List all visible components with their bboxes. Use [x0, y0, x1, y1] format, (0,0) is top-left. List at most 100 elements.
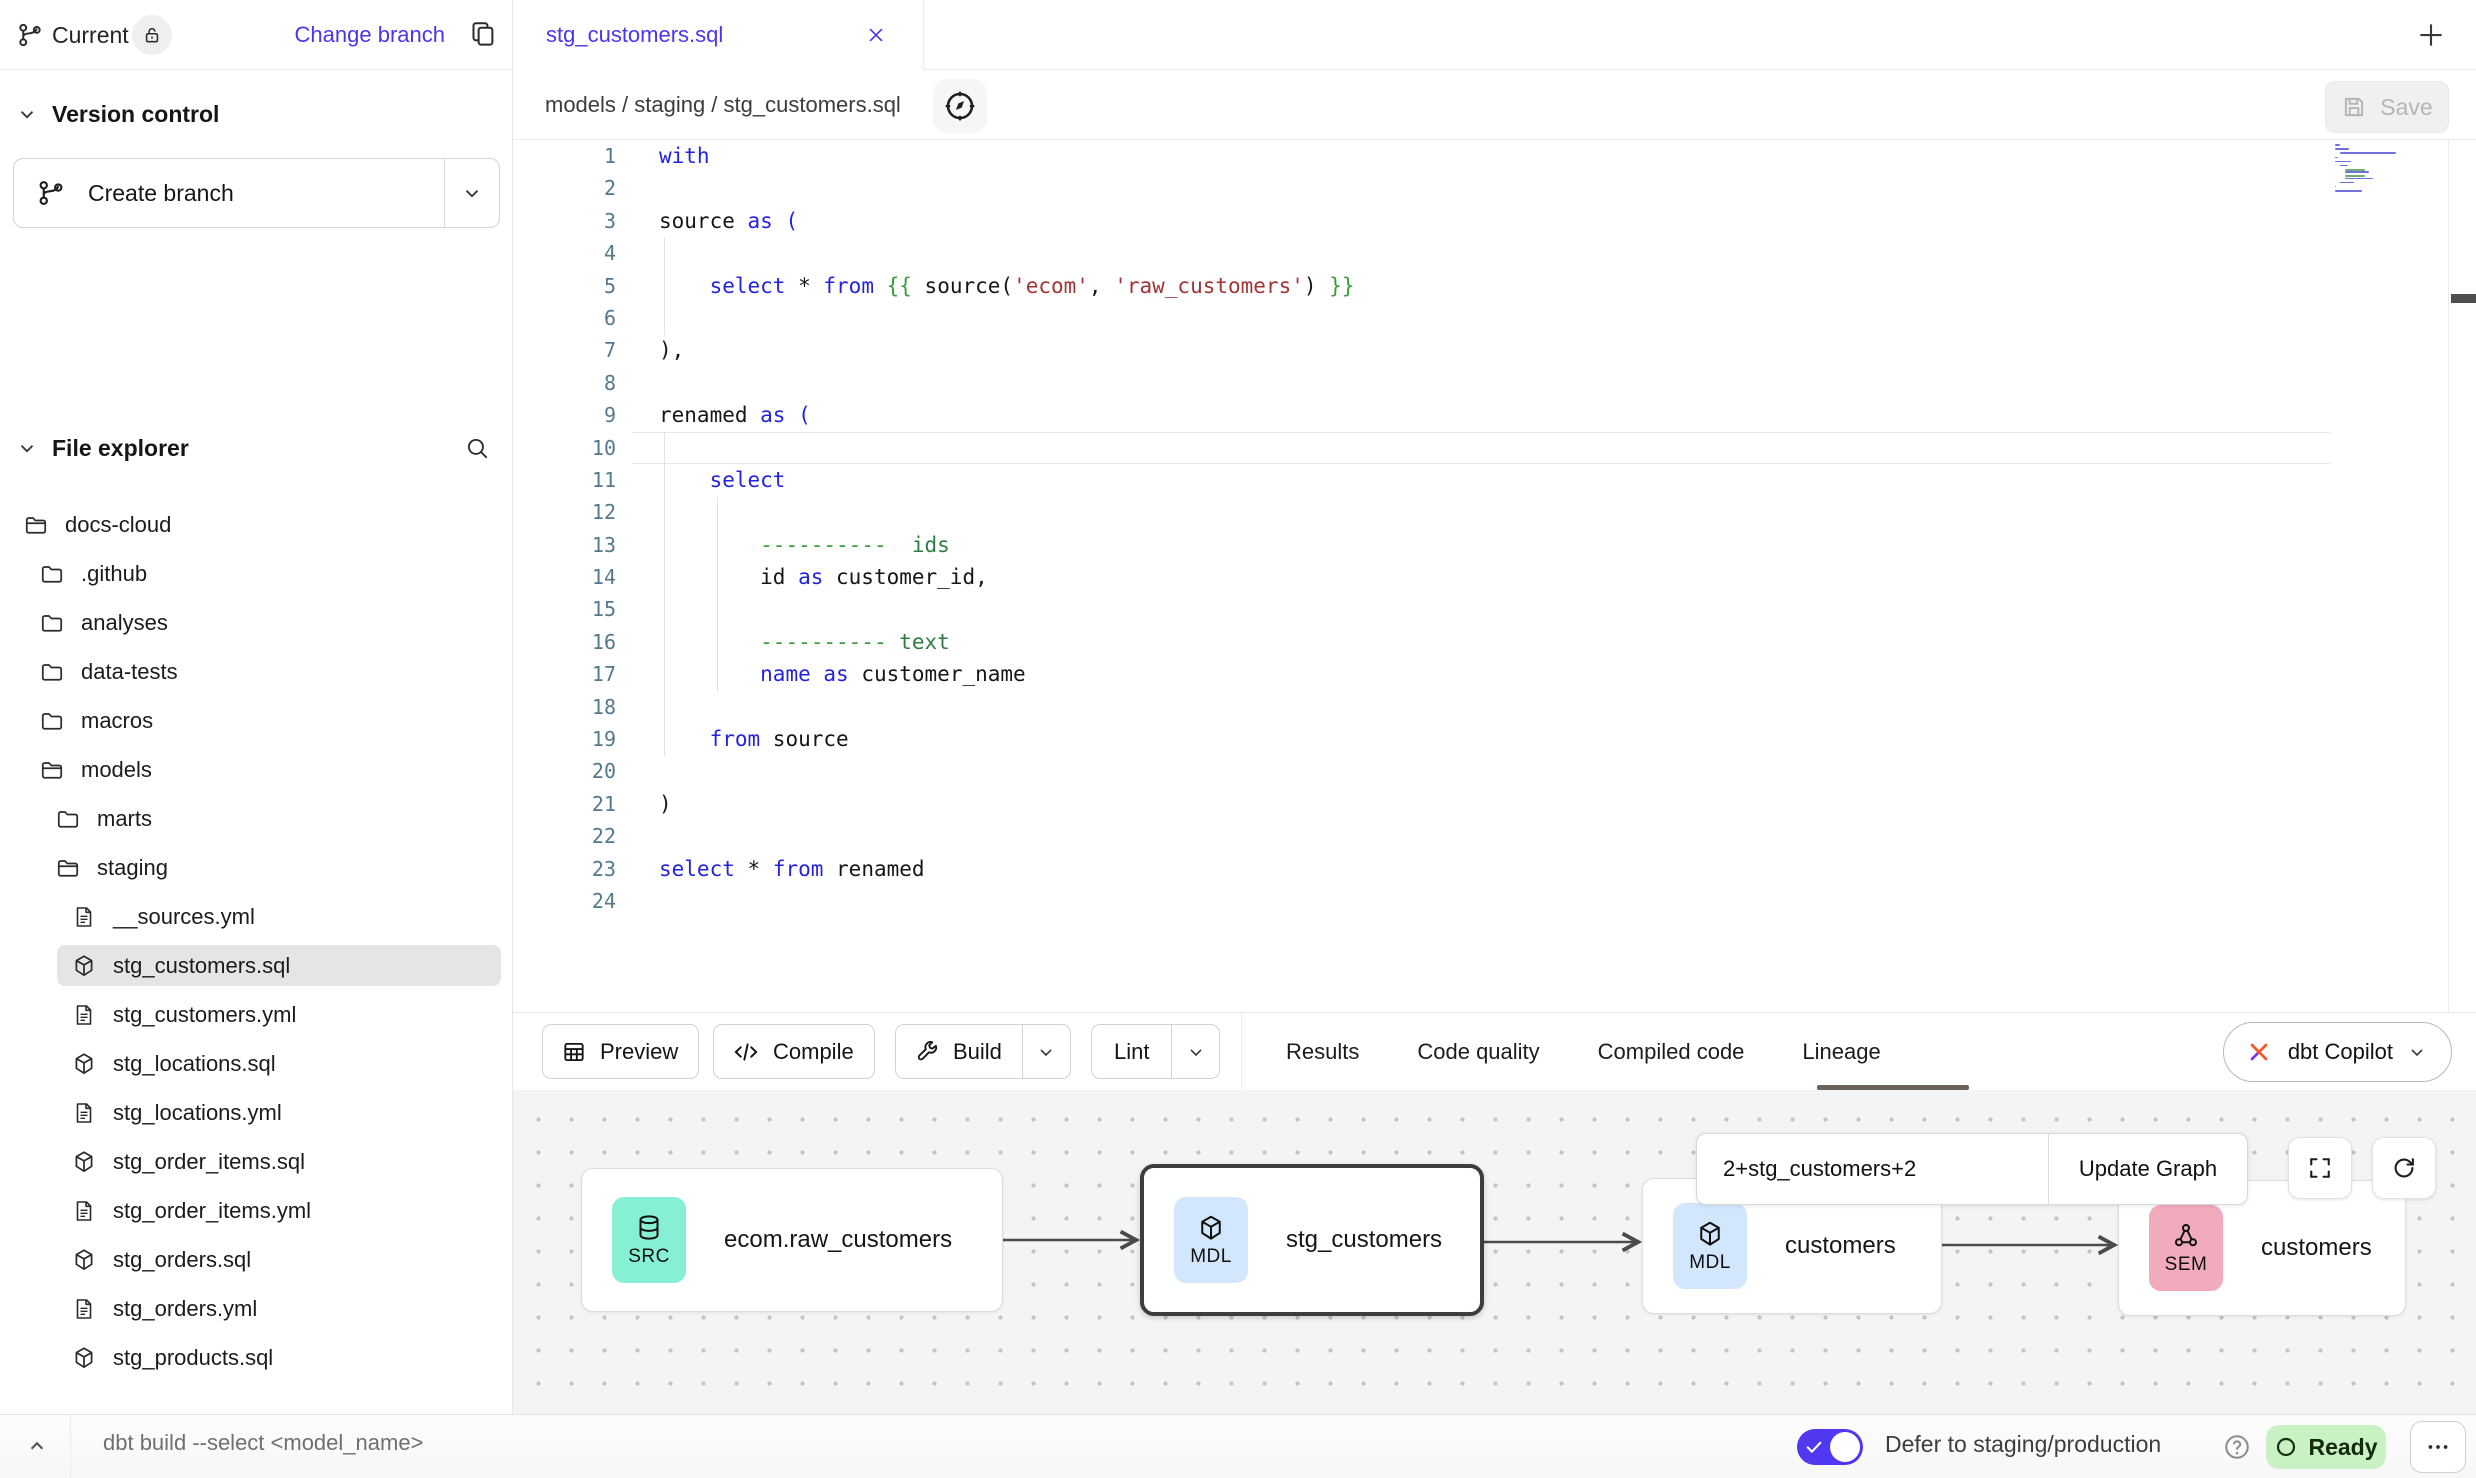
file-explorer-section-header[interactable]: File explorer — [0, 426, 512, 470]
node-label: ecom.raw_customers — [724, 1226, 952, 1254]
explore-docs-button[interactable] — [933, 79, 987, 133]
file-explorer-item-stg_orders.yml[interactable]: stg_orders.yml — [0, 1284, 511, 1333]
code-line-2[interactable]: 2 — [513, 172, 2476, 204]
file-explorer-item-stg_order_items.sql[interactable]: stg_order_items.sql — [0, 1137, 511, 1186]
model-icon — [70, 1051, 98, 1077]
file-name: marts — [97, 806, 152, 832]
code-line-5[interactable]: 5 select * from {{ source('ecom', 'raw_c… — [513, 270, 2476, 302]
file-explorer-item-analyses[interactable]: analyses — [0, 598, 511, 647]
collapse-panel-button[interactable] — [24, 1433, 50, 1459]
compass-icon — [942, 88, 978, 124]
file-explorer-item-stg_locations.yml[interactable]: stg_locations.yml — [0, 1088, 511, 1137]
code-line-9[interactable]: 9renamed as ( — [513, 399, 2476, 431]
file-explorer-item-macros[interactable]: macros — [0, 696, 511, 745]
tab-lineage[interactable]: Lineage — [1802, 1039, 1880, 1065]
code-line-10[interactable]: 10 — [513, 432, 2476, 464]
breadcrumb-bar: models / staging / stg_customers.sql Sav… — [513, 70, 2476, 140]
lineage-node-stg-customers[interactable]: MDL stg_customers — [1140, 1164, 1484, 1316]
tab-stg-customers-sql[interactable]: stg_customers.sql — [513, 0, 924, 70]
code-line-13[interactable]: 13 ---------- ids — [513, 529, 2476, 561]
status-badge-ready: Ready — [2266, 1425, 2386, 1469]
chevron-down-icon[interactable] — [16, 437, 38, 459]
code-text — [616, 820, 659, 852]
code-line-6[interactable]: 6 — [513, 302, 2476, 334]
change-branch-link[interactable]: Change branch — [295, 22, 445, 48]
build-button[interactable]: Build — [895, 1024, 1071, 1079]
refresh-graph-button[interactable] — [2372, 1137, 2436, 1199]
code-line-15[interactable]: 15 — [513, 593, 2476, 625]
code-text: source as ( — [616, 205, 798, 237]
tab-results[interactable]: Results — [1286, 1039, 1359, 1065]
refresh-icon — [2390, 1154, 2418, 1182]
code-text: ) — [616, 788, 672, 820]
file-explorer-item-stg_customers.yml[interactable]: stg_customers.yml — [0, 990, 511, 1039]
build-dropdown[interactable] — [1022, 1025, 1070, 1078]
code-line-21[interactable]: 21) — [513, 788, 2476, 820]
file-explorer-item-staging[interactable]: staging — [0, 843, 511, 892]
more-options-button[interactable] — [2410, 1421, 2466, 1473]
lint-button[interactable]: Lint — [1091, 1024, 1220, 1079]
command-input[interactable] — [103, 1430, 1003, 1456]
create-branch-dropdown[interactable] — [444, 159, 499, 227]
code-line-11[interactable]: 11 select — [513, 464, 2476, 496]
code-line-4[interactable]: 4 — [513, 237, 2476, 269]
file-explorer-item-stg_order_items.yml[interactable]: stg_order_items.yml — [0, 1186, 511, 1235]
dbt-copilot-button[interactable]: dbt Copilot — [2223, 1022, 2452, 1082]
line-number: 15 — [513, 593, 616, 625]
copy-icon[interactable] — [468, 19, 498, 49]
code-line-3[interactable]: 3source as ( — [513, 205, 2476, 237]
code-line-17[interactable]: 17 name as customer_name — [513, 658, 2476, 690]
lint-dropdown[interactable] — [1171, 1025, 1219, 1078]
create-branch-button[interactable]: Create branch — [13, 158, 500, 228]
defer-toggle[interactable] — [1797, 1429, 1863, 1465]
code-line-12[interactable]: 12 — [513, 496, 2476, 528]
code-line-7[interactable]: 7), — [513, 334, 2476, 366]
file-name: stg_orders.sql — [113, 1247, 251, 1273]
save-button[interactable]: Save — [2325, 81, 2449, 133]
code-line-1[interactable]: 1with — [513, 140, 2476, 172]
preview-button[interactable]: Preview — [542, 1024, 699, 1079]
code-line-18[interactable]: 18 — [513, 691, 2476, 723]
file-explorer-item-stg_customers.sql[interactable]: stg_customers.sql — [0, 941, 511, 990]
file-explorer-item-stg_locations.sql[interactable]: stg_locations.sql — [0, 1039, 511, 1088]
code-line-20[interactable]: 20 — [513, 755, 2476, 787]
file-explorer-item-models[interactable]: models — [0, 745, 511, 794]
file-name: __sources.yml — [113, 904, 255, 930]
file-icon — [70, 904, 98, 930]
code-line-23[interactable]: 23select * from renamed — [513, 853, 2476, 885]
file-explorer-item-__sources.yml[interactable]: __sources.yml — [0, 892, 511, 941]
file-explorer-item-stg_products.sql[interactable]: stg_products.sql — [0, 1333, 511, 1382]
file-explorer-item-.github[interactable]: .github — [0, 549, 511, 598]
close-tab-icon[interactable] — [865, 24, 887, 46]
tab-compiled-code[interactable]: Compiled code — [1598, 1039, 1745, 1065]
code-line-22[interactable]: 22 — [513, 820, 2476, 852]
file-name: stg_orders.yml — [113, 1296, 257, 1322]
chevron-down-icon[interactable] — [16, 103, 38, 125]
code-line-14[interactable]: 14 id as customer_id, — [513, 561, 2476, 593]
editor-scrollbar-thumb[interactable] — [2451, 294, 2476, 303]
file-explorer-item-data-tests[interactable]: data-tests — [0, 647, 511, 696]
code-line-24[interactable]: 24 — [513, 885, 2476, 917]
file-explorer-item-stg_orders.sql[interactable]: stg_orders.sql — [0, 1235, 511, 1284]
new-tab-button[interactable] — [2414, 18, 2448, 52]
fullscreen-button[interactable] — [2288, 1137, 2352, 1199]
lineage-node-source[interactable]: SRC ecom.raw_customers — [581, 1168, 1003, 1312]
update-graph-button[interactable]: Update Graph — [2049, 1134, 2247, 1204]
code-line-8[interactable]: 8 — [513, 367, 2476, 399]
help-icon[interactable] — [2222, 1432, 2252, 1462]
code-line-19[interactable]: 19 from source — [513, 723, 2476, 755]
compile-button[interactable]: Compile — [713, 1024, 875, 1079]
file-explorer-item-docs-cloud[interactable]: docs-cloud — [0, 500, 511, 549]
lineage-selector-input[interactable]: 2+stg_customers+2 — [1697, 1134, 2049, 1204]
badge-label: SRC — [628, 1246, 670, 1268]
code-editor[interactable]: 1with23source as (45 select * from {{ so… — [513, 140, 2476, 1012]
tab-code-quality[interactable]: Code quality — [1417, 1039, 1539, 1065]
version-control-section-header[interactable]: Version control — [0, 92, 512, 136]
line-number: 21 — [513, 788, 616, 820]
editor-minimap[interactable] — [2335, 144, 2395, 194]
indent-guide — [664, 432, 665, 756]
search-icon[interactable] — [464, 435, 490, 461]
code-line-16[interactable]: 16 ---------- text — [513, 626, 2476, 658]
file-explorer-item-marts[interactable]: marts — [0, 794, 511, 843]
lineage-canvas[interactable]: SRC ecom.raw_customers MDL stg_customers — [513, 1090, 2476, 1414]
